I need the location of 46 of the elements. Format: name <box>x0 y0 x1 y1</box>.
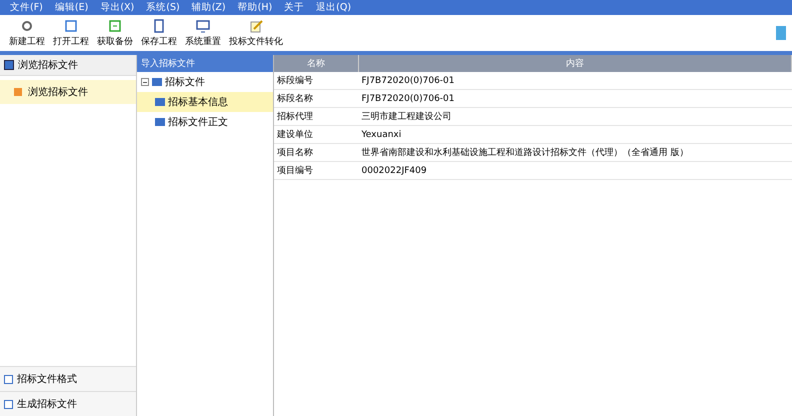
panel-header: 导入招标文件 <box>137 55 273 72</box>
menu-item[interactable]: 退出(Q) <box>310 1 358 14</box>
tree-item[interactable]: 招标文件 <box>165 75 205 89</box>
sidebar-section[interactable]: 招标文件格式 <box>0 366 136 391</box>
menu-item[interactable]: 导出(X) <box>94 1 140 14</box>
tree-item[interactable]: 招标文件正文 <box>137 112 273 132</box>
table-cell: FJ7B72020(0)706-01 <box>358 72 792 90</box>
toolbar-button[interactable]: 获取备份 <box>94 17 136 49</box>
tree-item[interactable]: 招标基本信息 <box>137 92 273 112</box>
table-cell: 0002022JF409 <box>358 162 792 180</box>
item-label: 浏览招标文件 <box>28 86 88 99</box>
column-header: 内容 <box>358 55 792 72</box>
menu-item[interactable]: 辅助(Z) <box>186 1 232 14</box>
menu-item[interactable]: 系统(S) <box>140 1 186 14</box>
table-cell: 项目名称 <box>274 144 358 162</box>
panel-title: 浏览招标文件 <box>18 58 78 72</box>
table-cell: 招标代理 <box>274 108 358 126</box>
toolbar-button[interactable]: 系统重置 <box>182 17 224 49</box>
column-header: 名称 <box>274 55 358 72</box>
menu-item[interactable]: 编辑(E) <box>48 1 94 14</box>
table-cell: 建设单位 <box>274 126 358 144</box>
toolbar-button[interactable]: 新建工程 <box>6 17 48 49</box>
table-cell: Yexuanxi <box>358 126 792 144</box>
table-cell: 世界省南部建设和水利基础设施工程和道路设计招标文件（代理）（全省通用 版） <box>358 144 792 162</box>
checkbox-icon <box>4 400 13 408</box>
menu-item[interactable]: 文件(F) <box>4 1 49 14</box>
checkbox-icon <box>4 374 13 384</box>
item-label: 招标基本信息 <box>168 96 228 109</box>
sidebar-section[interactable]: 生成招标文件 <box>0 391 136 416</box>
section-label: 招标文件格式 <box>17 372 77 386</box>
menu-item[interactable]: 关于 <box>278 1 310 14</box>
table-cell: 三明市建工程建设公司 <box>358 108 792 126</box>
monitor-icon <box>195 18 211 34</box>
sidebar-item[interactable]: 浏览招标文件 <box>0 80 136 104</box>
pencil-icon <box>248 18 264 34</box>
toolbar-button[interactable]: 打开工程 <box>50 17 92 49</box>
expander-icon[interactable] <box>141 78 149 86</box>
toolbar-button[interactable]: 投标文件转化 <box>226 17 286 49</box>
table-cell: 项目编号 <box>274 162 358 180</box>
section-label: 生成招标文件 <box>17 398 77 411</box>
table-cell: 标段名称 <box>274 90 358 108</box>
table-cell: FJ7B72020(0)706-01 <box>358 90 792 108</box>
item-label: 招标文件正文 <box>168 116 228 129</box>
table-cell: 标段编号 <box>274 72 358 90</box>
toolbar-button[interactable]: 保存工程 <box>138 17 180 49</box>
menu-item[interactable]: 帮助(H) <box>232 1 278 14</box>
